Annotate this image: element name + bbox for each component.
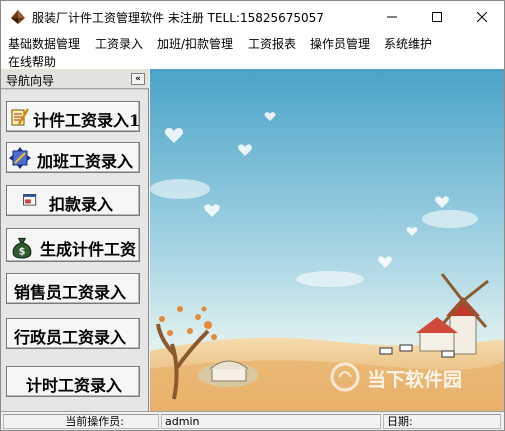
nav-button-label: 计时工资录入 — [26, 376, 123, 395]
nav-panel: 导航向导 « 计件工资录入1 加班工资录入 扣款录入 $ 生成计件工资 销售员工… — [1, 69, 149, 411]
nav-button-label: 行政员工资录入 — [14, 328, 127, 347]
close-icon — [476, 11, 487, 22]
nav-button-hourly-wage-entry[interactable]: 计时工资录入 — [6, 366, 140, 397]
status-date-label: 日期: — [383, 414, 501, 429]
nav-button-piecework-entry[interactable]: 计件工资录入1 — [6, 101, 140, 132]
form-window-icon — [23, 194, 37, 206]
nav-body: 计件工资录入1 加班工资录入 扣款录入 $ 生成计件工资 销售员工资录入 行政员… — [1, 90, 148, 411]
minimize-icon — [386, 16, 397, 17]
nav-button-deduction-entry[interactable]: 扣款录入 — [6, 185, 140, 216]
nav-header: 导航向导 « — [1, 69, 149, 89]
nav-button-label: 加班工资录入 — [37, 152, 134, 171]
menu-basic-data[interactable]: 基础数据管理 — [8, 35, 80, 52]
maximize-icon — [431, 11, 442, 22]
menu-wage-reports[interactable]: 工资报表 — [248, 35, 296, 52]
app-logo-icon — [11, 10, 25, 24]
menu-bar: 基础数据管理 工资录入 加班/扣款管理 工资报表 操作员管理 系统维护 在线帮助 — [1, 32, 504, 69]
menu-overtime-deduction[interactable]: 加班/扣款管理 — [157, 35, 233, 52]
app-window: 服装厂计件工资管理软件 未注册 TELL:15825675057 基础数据管理 … — [0, 0, 505, 431]
status-operator-label: 当前操作员: — [3, 414, 159, 429]
window-title: 服装厂计件工资管理软件 未注册 TELL:15825675057 — [32, 11, 324, 25]
move-arrows-icon — [9, 147, 31, 169]
nav-button-admin-wage-entry[interactable]: 行政员工资录入 — [6, 318, 140, 349]
status-operator-value: admin — [161, 414, 381, 429]
status-bar: 当前操作员: admin 日期: — [1, 411, 504, 430]
nav-button-label: 计件工资录入1 — [33, 111, 140, 130]
nav-button-label: 扣款录入 — [49, 195, 114, 214]
nav-title: 导航向导 — [6, 74, 55, 88]
nav-button-label: 销售员工资录入 — [14, 283, 127, 302]
nav-button-overtime-entry[interactable]: 加班工资录入 — [6, 142, 140, 173]
watermark-text: 当下软件园 — [367, 369, 463, 391]
nav-button-label: 生成计件工资 — [40, 240, 137, 259]
minimize-button[interactable] — [369, 1, 414, 32]
svg-text:$: $ — [19, 247, 26, 258]
menu-operator-management[interactable]: 操作员管理 — [310, 35, 370, 52]
menu-wage-entry[interactable]: 工资录入 — [95, 35, 143, 52]
maximize-button[interactable] — [414, 1, 459, 32]
close-button[interactable] — [459, 1, 504, 32]
notepad-pencil-icon — [11, 108, 30, 126]
nav-button-sales-wage-entry[interactable]: 销售员工资录入 — [6, 273, 140, 304]
collapse-button[interactable]: « — [131, 73, 145, 85]
menu-online-help[interactable]: 在线帮助 — [8, 53, 56, 70]
background-illustration — [150, 69, 504, 411]
title-bar[interactable]: 服装厂计件工资管理软件 未注册 TELL:15825675057 — [1, 1, 504, 32]
main-content: 当下软件园 — [150, 69, 504, 411]
menu-system-maintenance[interactable]: 系统维护 — [384, 35, 432, 52]
nav-button-generate-piecework[interactable]: $ 生成计件工资 — [6, 228, 140, 262]
money-bag-icon: $ — [12, 237, 32, 259]
